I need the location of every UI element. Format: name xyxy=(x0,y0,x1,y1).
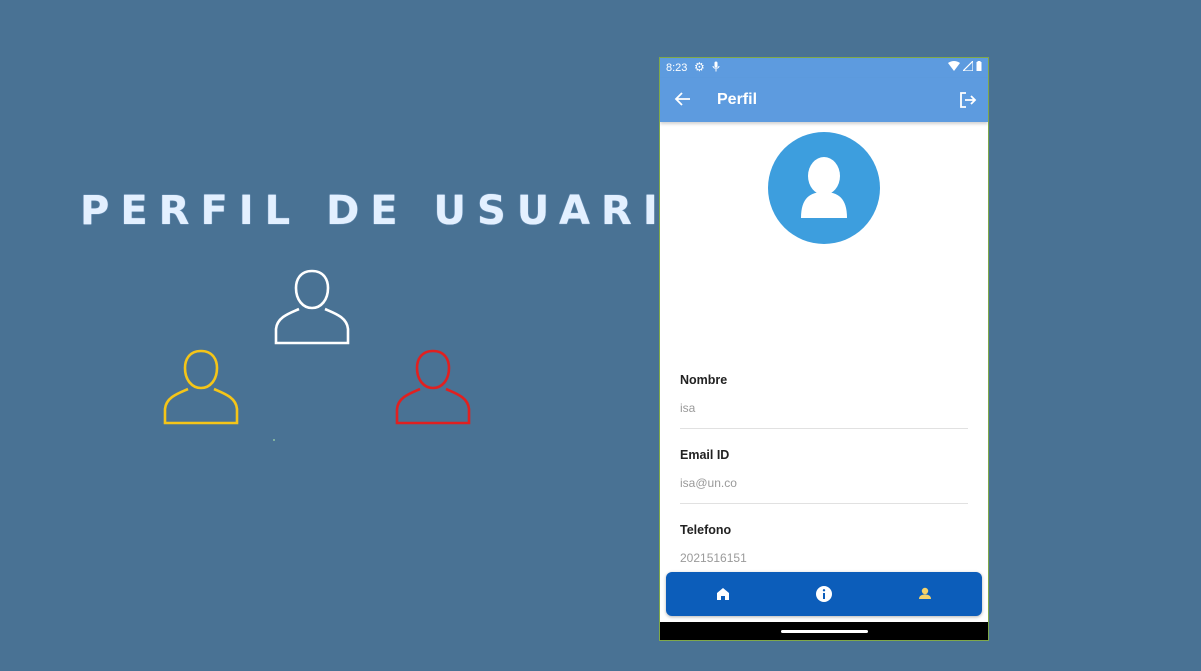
decorative-dot xyxy=(273,439,275,441)
bottom-nav xyxy=(666,572,982,616)
wifi-icon xyxy=(948,61,960,74)
field-value: 2021516151 xyxy=(680,551,747,565)
slide-title: PERFIL DE USUARIO xyxy=(80,188,714,234)
home-gesture-bar[interactable] xyxy=(781,630,868,633)
field-value: isa@un.co xyxy=(680,476,737,490)
info-icon[interactable] xyxy=(814,584,834,604)
user-outline-icon xyxy=(393,347,473,427)
user-outline-icon xyxy=(272,267,352,347)
avatar xyxy=(768,132,880,244)
app-bar: Perfil xyxy=(660,78,988,122)
arrow-left-icon[interactable] xyxy=(674,90,692,113)
phone-screen: 8:23 ⚙ Perfil Nombre isa Email ID isa@un… xyxy=(659,57,989,641)
home-icon[interactable] xyxy=(713,584,733,604)
status-bar: 8:23 ⚙ xyxy=(660,58,988,78)
field-label: Nombre xyxy=(680,373,728,387)
status-time: 8:23 xyxy=(666,62,688,74)
gear-icon: ⚙ xyxy=(694,60,705,74)
mic-icon xyxy=(712,61,720,75)
field-telefono: Telefono 2021516151 xyxy=(680,523,968,578)
field-label: Telefono xyxy=(680,523,732,537)
battery-icon xyxy=(976,61,982,74)
signal-icon xyxy=(961,59,974,74)
user-outline-icon xyxy=(161,347,241,427)
logout-icon[interactable] xyxy=(958,90,978,115)
person-icon xyxy=(801,157,847,218)
field-nombre: Nombre isa xyxy=(680,373,968,429)
page-title: Perfil xyxy=(717,91,758,108)
field-label: Email ID xyxy=(680,448,730,462)
field-email: Email ID isa@un.co xyxy=(680,448,968,504)
android-nav-bar xyxy=(660,622,988,640)
person-icon[interactable] xyxy=(915,584,935,604)
field-value: isa xyxy=(680,401,696,415)
